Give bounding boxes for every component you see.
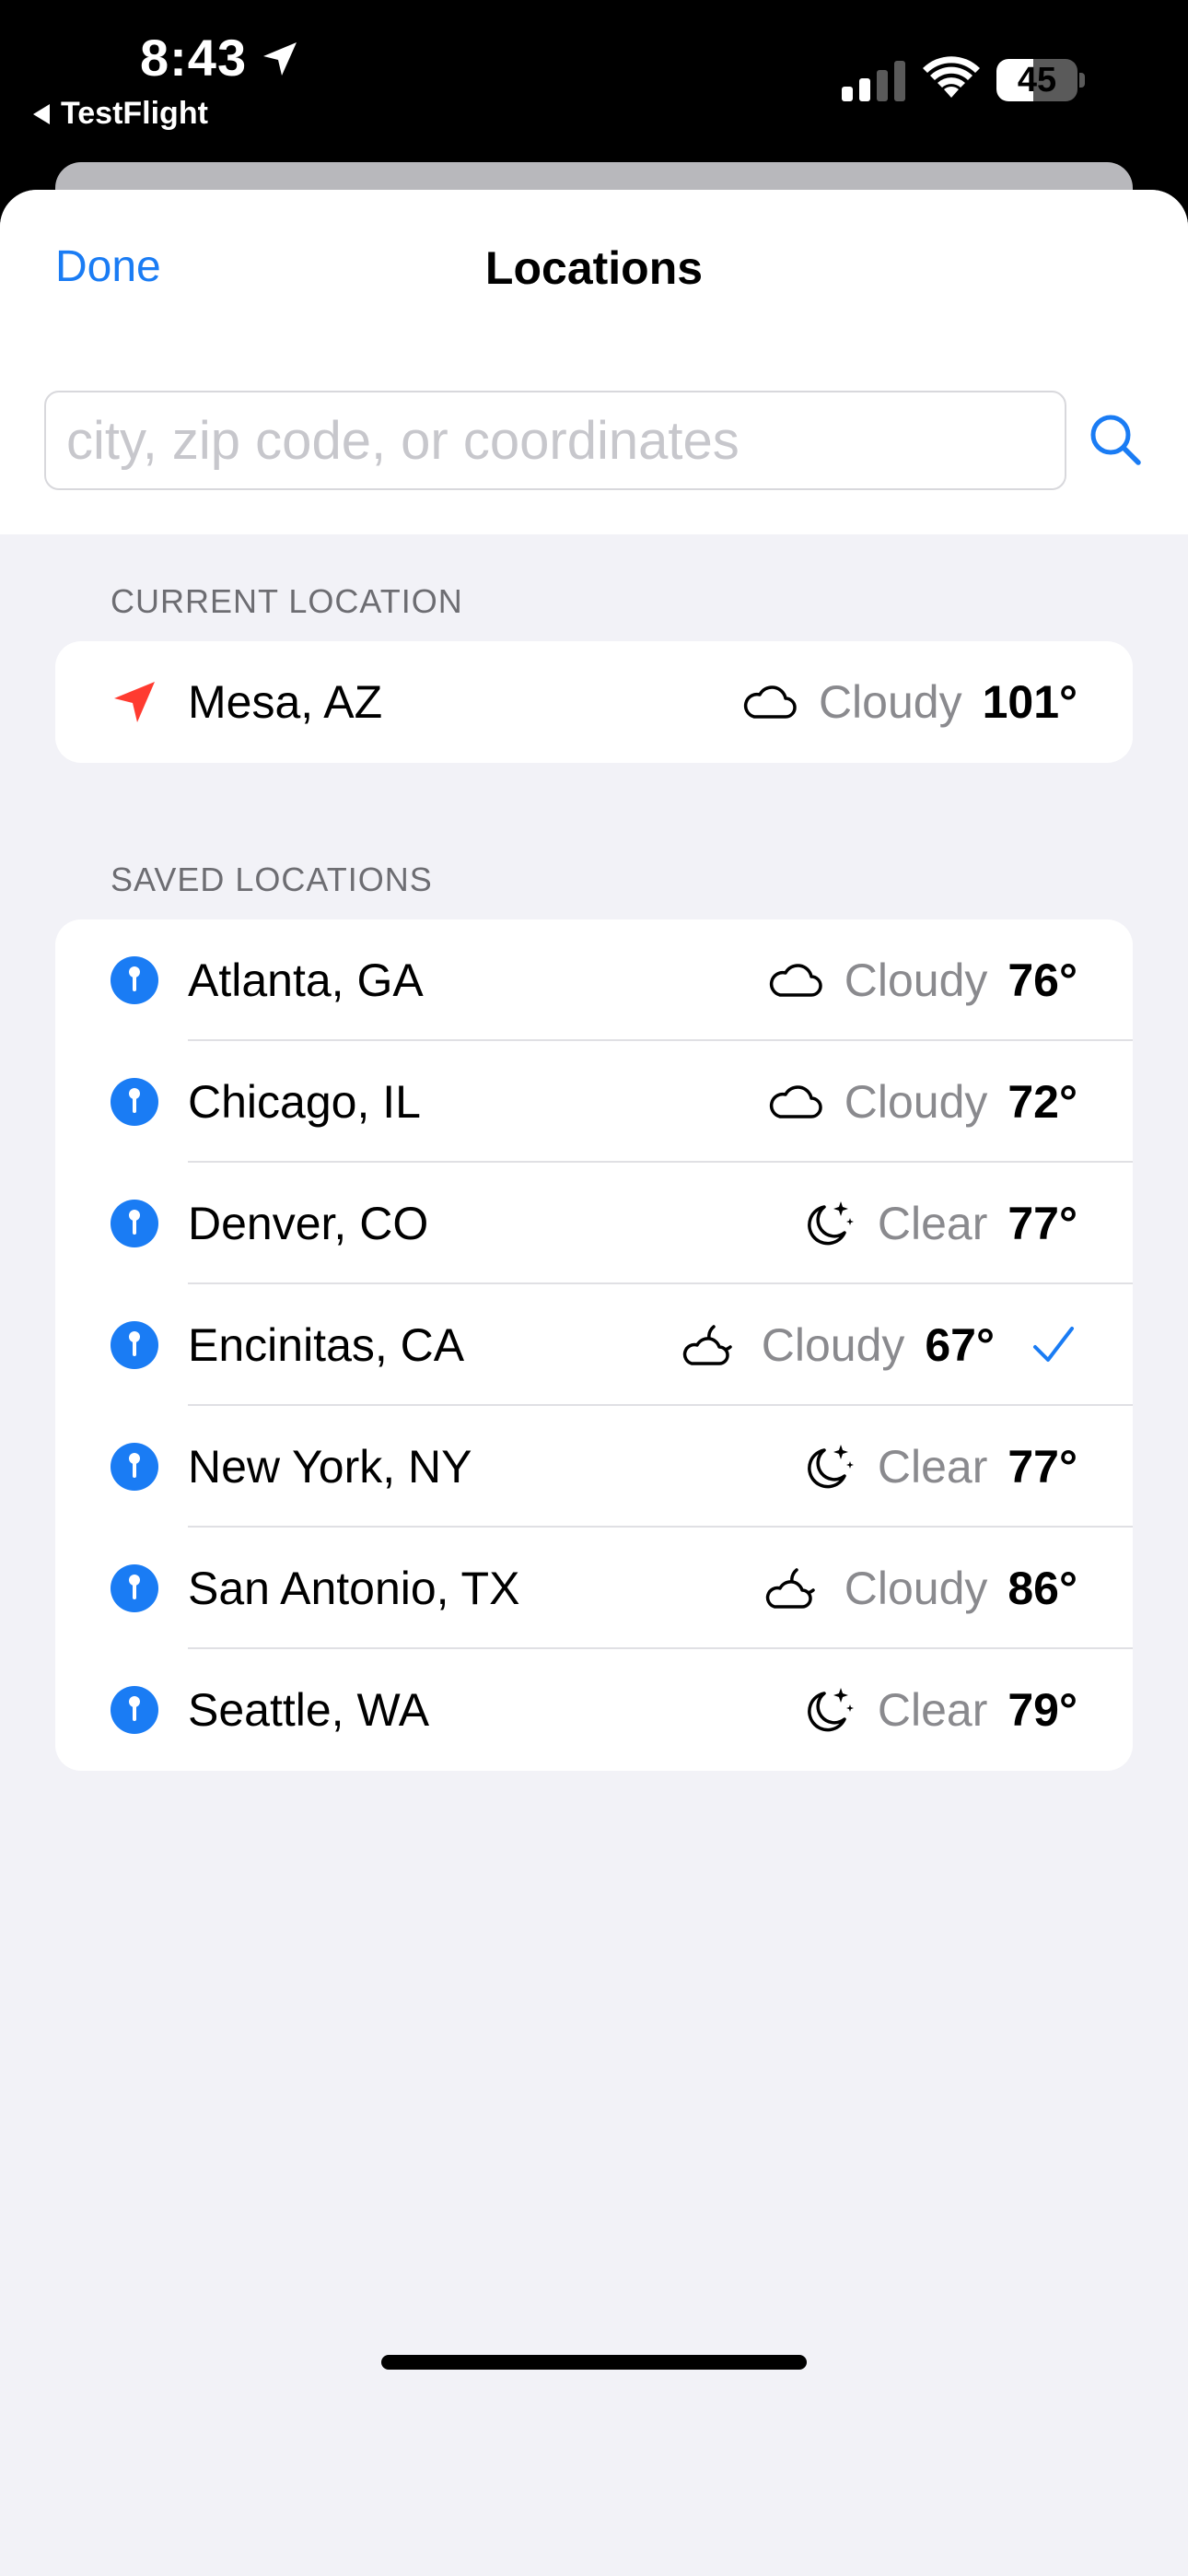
map-pin-icon	[111, 1443, 158, 1491]
map-pin-icon	[111, 956, 158, 1004]
saved-locations-header: SAVED LOCATIONS	[111, 861, 433, 898]
map-pin-icon	[111, 1564, 158, 1612]
saved-location-condition: Cloudy	[761, 1319, 905, 1371]
checkmark-icon	[1033, 1327, 1074, 1362]
cellular-signal-icon	[842, 61, 905, 101]
saved-location-condition: Cloudy	[844, 1563, 988, 1614]
moon-stars-icon	[808, 1445, 854, 1489]
saved-location-condition: Clear	[877, 1684, 988, 1736]
map-pin-icon	[111, 1078, 158, 1126]
screen: 8:43 TestFlight 45 Done Locations city, …	[0, 0, 1188, 2576]
back-app-label: TestFlight	[61, 96, 208, 131]
saved-location-row[interactable]: Chicago, IL Cloudy 72°	[55, 1041, 1133, 1163]
saved-location-row[interactable]: San Antonio, TX Cloudy 86°	[55, 1528, 1133, 1649]
current-location-group: Mesa, AZ Cloudy 101°	[55, 641, 1133, 763]
locations-sheet: Done Locations CURRENT LOCATION Mesa, AZ…	[0, 190, 1188, 2576]
saved-locations-group: Atlanta, GA Cloudy 76° Chicago, IL Cloud…	[55, 919, 1133, 1771]
moon-stars-icon	[808, 1688, 854, 1732]
saved-location-temp: 86°	[1007, 1563, 1077, 1614]
saved-location-temp: 67°	[925, 1319, 995, 1371]
saved-location-temp: 76°	[1007, 954, 1077, 1006]
current-location-header: CURRENT LOCATION	[111, 582, 463, 620]
cloud-moon-icon	[682, 1325, 732, 1365]
search-input[interactable]	[44, 391, 1066, 490]
saved-location-row[interactable]: Seattle, WA Clear 79°	[55, 1649, 1133, 1771]
page-title: Locations	[484, 242, 704, 294]
saved-location-condition: Clear	[877, 1441, 988, 1493]
saved-location-temp: 72°	[1007, 1076, 1077, 1128]
saved-location-row[interactable]: Atlanta, GA Cloudy 76°	[55, 919, 1133, 1041]
map-pin-icon	[111, 1321, 158, 1369]
location-arrow-icon	[114, 682, 155, 722]
saved-location-condition: Clear	[877, 1198, 988, 1249]
back-to-testflight-button[interactable]: TestFlight	[33, 96, 208, 132]
current-location-condition: Cloudy	[818, 676, 962, 728]
saved-location-city: Denver, CO	[188, 1198, 429, 1249]
wifi-icon	[923, 56, 980, 98]
saved-location-temp: 79°	[1007, 1684, 1077, 1736]
back-triangle-icon	[33, 103, 50, 124]
battery-percent: 45	[1017, 61, 1057, 100]
battery-indicator: 45	[996, 59, 1085, 101]
cloud-icon	[769, 964, 822, 997]
saved-location-city: Chicago, IL	[188, 1076, 421, 1128]
saved-location-condition: Cloudy	[844, 954, 988, 1006]
location-arrow-icon	[263, 42, 297, 76]
saved-location-city: Encinitas, CA	[188, 1319, 465, 1371]
battery-body: 45	[996, 59, 1077, 101]
saved-location-temp: 77°	[1007, 1198, 1077, 1249]
current-location-temp: 101°	[982, 676, 1077, 728]
saved-location-condition: Cloudy	[844, 1076, 988, 1128]
saved-location-temp: 77°	[1007, 1441, 1077, 1493]
saved-location-city: New York, NY	[188, 1441, 472, 1493]
battery-nub	[1079, 73, 1085, 88]
saved-location-city: Atlanta, GA	[188, 954, 424, 1006]
cloud-icon	[743, 685, 797, 719]
map-pin-icon	[111, 1200, 158, 1247]
status-time: 8:43	[140, 29, 248, 87]
saved-location-city: San Antonio, TX	[188, 1563, 520, 1614]
saved-location-row[interactable]: New York, NY Clear 77°	[55, 1406, 1133, 1528]
moon-stars-icon	[808, 1201, 854, 1246]
cloud-moon-icon	[765, 1568, 815, 1609]
saved-location-city: Seattle, WA	[188, 1684, 430, 1736]
map-pin-icon	[111, 1686, 158, 1734]
home-indicator[interactable]	[381, 2355, 807, 2370]
saved-location-row[interactable]: Denver, CO Clear 77°	[55, 1163, 1133, 1284]
cloud-icon	[769, 1085, 822, 1118]
current-location-row[interactable]: Mesa, AZ Cloudy 101°	[55, 641, 1133, 763]
search-icon[interactable]	[1087, 411, 1144, 468]
saved-location-row[interactable]: Encinitas, CA Cloudy 67°	[55, 1284, 1133, 1406]
current-location-city: Mesa, AZ	[188, 676, 383, 728]
